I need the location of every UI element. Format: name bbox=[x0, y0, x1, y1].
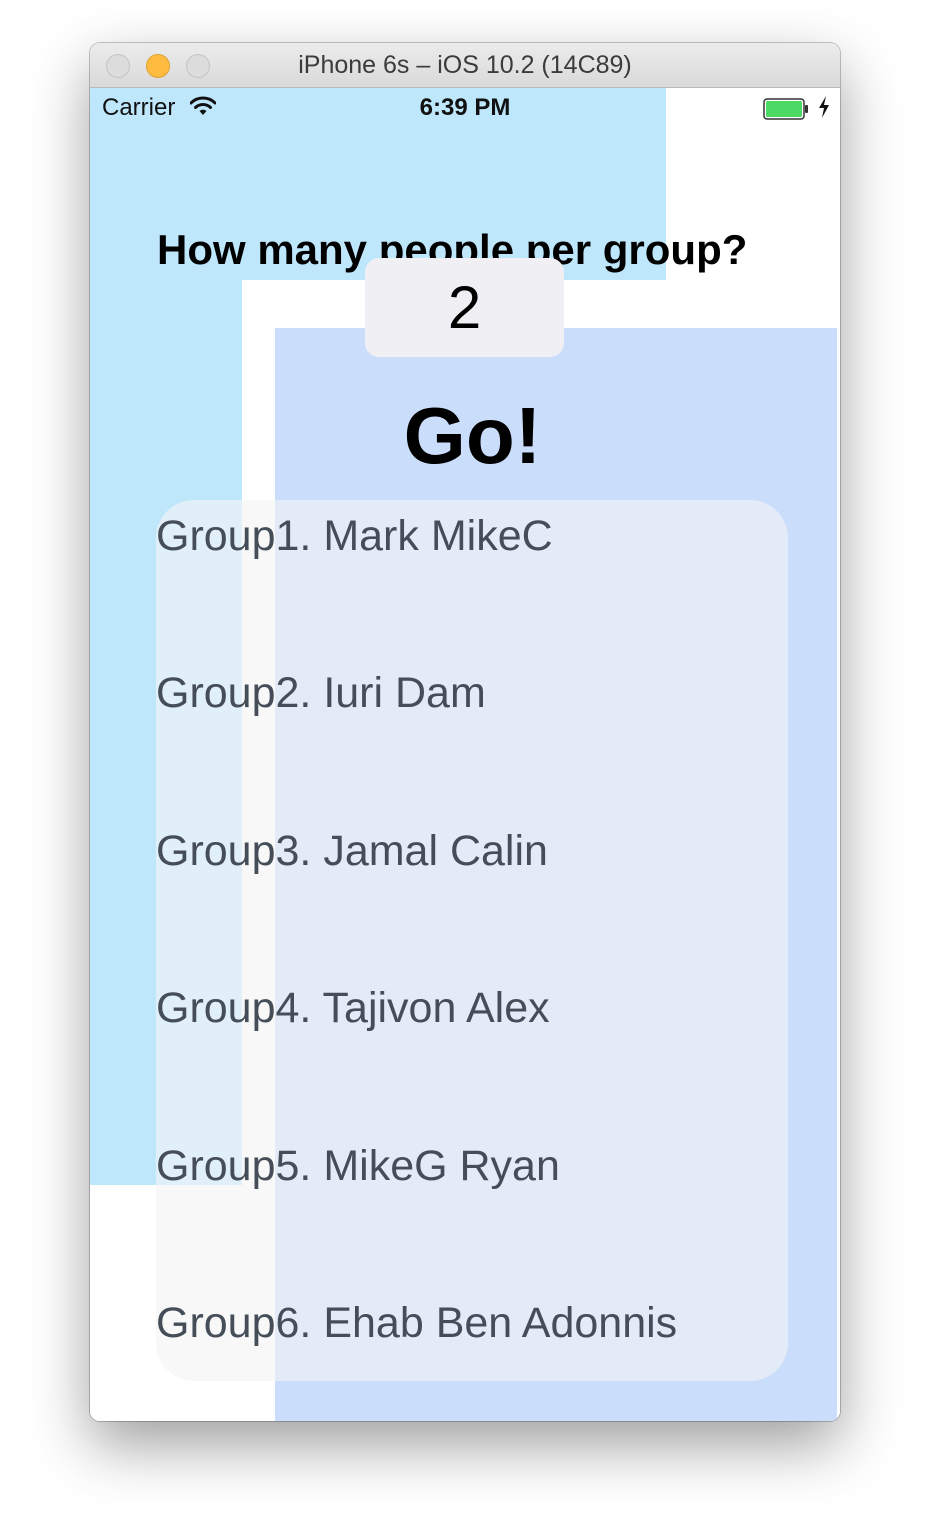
list-item: Group5. MikeG Ryan bbox=[156, 1142, 560, 1190]
list-item: Group1. Mark MikeC bbox=[156, 512, 553, 560]
list-item: Group6. Ehab Ben Adonnis bbox=[156, 1299, 678, 1347]
simulator-window: iPhone 6s – iOS 10.2 (14C89) Carrier 6:3… bbox=[90, 43, 840, 1421]
window-titlebar: iPhone 6s – iOS 10.2 (14C89) bbox=[90, 43, 840, 88]
status-time: 6:39 PM bbox=[419, 94, 511, 121]
people-per-group-input[interactable]: 2 bbox=[365, 258, 564, 357]
status-bar: Carrier 6:39 PM bbox=[90, 88, 840, 128]
device-screen: Carrier 6:39 PM How many people per grou… bbox=[90, 88, 840, 1421]
battery-icon bbox=[763, 98, 809, 120]
window-title: iPhone 6s – iOS 10.2 (14C89) bbox=[298, 51, 632, 79]
go-button[interactable]: Go! bbox=[365, 386, 580, 486]
list-item: Group2. Iuri Dam bbox=[156, 669, 486, 717]
list-item: Group4. Tajivon Alex bbox=[156, 984, 550, 1032]
groups-list[interactable]: Group1. Mark MikeC Group2. Iuri Dam Grou… bbox=[156, 500, 788, 1381]
charging-bolt-icon bbox=[818, 96, 830, 118]
list-item: Group3. Jamal Calin bbox=[156, 827, 548, 875]
